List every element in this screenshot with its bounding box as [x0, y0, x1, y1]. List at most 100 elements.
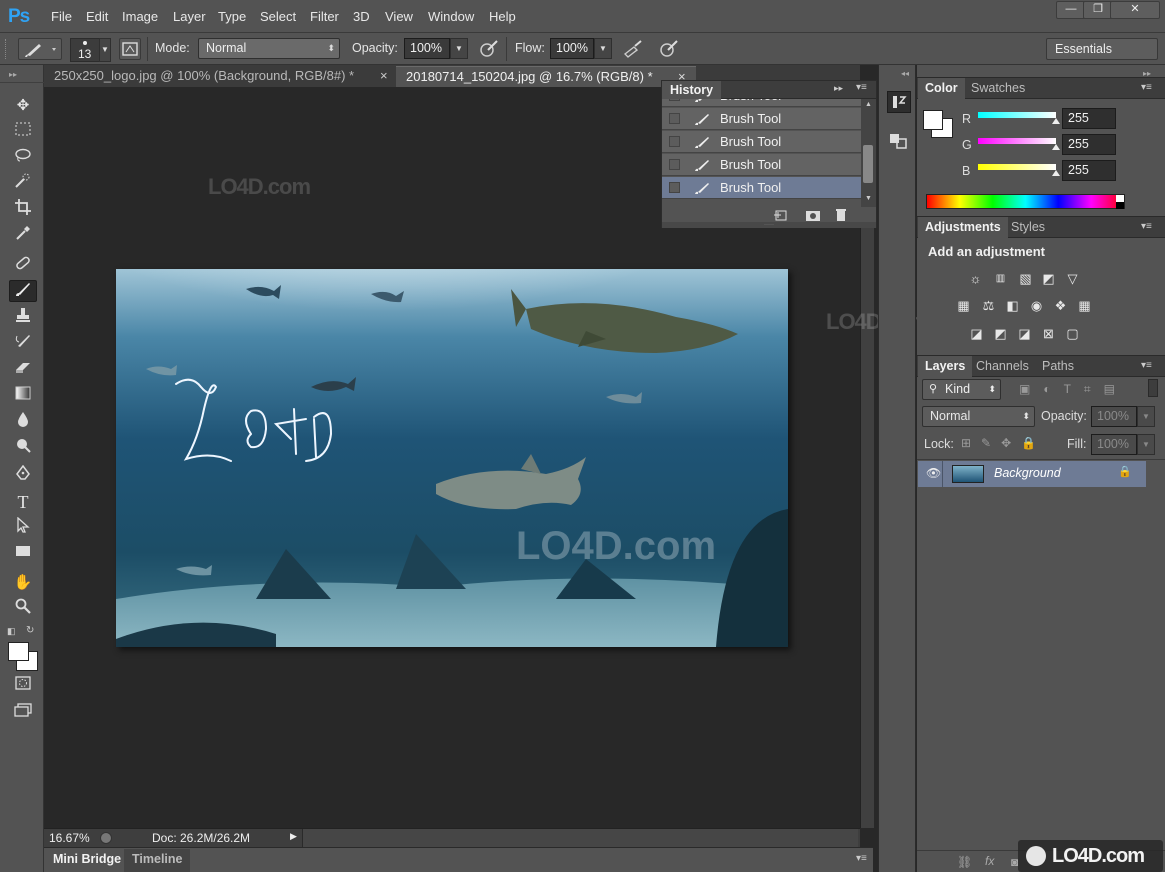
- type-tool[interactable]: T: [9, 491, 37, 513]
- eraser-tool[interactable]: [9, 359, 37, 381]
- new-document-from-state-button[interactable]: [773, 208, 791, 222]
- blend-mode-select[interactable]: Normal ⬍: [198, 38, 340, 59]
- slider-thumb[interactable]: [1052, 118, 1060, 124]
- filter-toggle[interactable]: [1148, 379, 1158, 397]
- posterize-icon[interactable]: ◩: [992, 326, 1009, 341]
- clone-stamp-tool[interactable]: [9, 307, 37, 329]
- menu-select[interactable]: Select: [260, 9, 296, 24]
- blue-slider[interactable]: [978, 164, 1060, 176]
- slider-thumb[interactable]: [1052, 144, 1060, 150]
- close-window-button[interactable]: ✕: [1110, 1, 1160, 19]
- layer-filter-icons[interactable]: ▣◐T⌗▤: [1019, 382, 1128, 397]
- workspace-switcher[interactable]: Essentials: [1046, 38, 1158, 60]
- blue-value-input[interactable]: 255: [1062, 160, 1116, 181]
- levels-icon[interactable]: ▥: [992, 271, 1009, 286]
- opacity-slider-toggle[interactable]: ▼: [450, 38, 468, 59]
- tab-close-icon[interactable]: ×: [380, 66, 388, 86]
- collapse-icon[interactable]: ▸▸: [9, 70, 17, 79]
- brush-tool[interactable]: [9, 280, 37, 302]
- link-layers-icon[interactable]: ⛓: [957, 855, 972, 869]
- tab-channels[interactable]: Channels: [969, 356, 1036, 377]
- snapshot-checkbox[interactable]: [669, 136, 680, 147]
- gradient-tool[interactable]: [9, 385, 37, 407]
- tool-preset-picker[interactable]: [18, 38, 62, 60]
- color-balance-icon[interactable]: ⚖: [980, 298, 997, 313]
- path-selection-tool[interactable]: [9, 516, 37, 539]
- layer-blend-mode-select[interactable]: Normal ⬍: [922, 406, 1035, 427]
- airbrush-button[interactable]: [622, 39, 644, 59]
- restore-button[interactable]: ❐: [1083, 1, 1113, 19]
- menu-view[interactable]: View: [385, 9, 413, 24]
- eyedropper-tool[interactable]: [9, 225, 37, 247]
- rectangle-tool[interactable]: [9, 543, 37, 565]
- flow-slider-toggle[interactable]: ▼: [594, 38, 612, 59]
- default-colors-icon[interactable]: ◧: [7, 626, 16, 637]
- menu-window[interactable]: Window: [428, 9, 474, 24]
- gradient-map-icon[interactable]: ⊠: [1040, 326, 1057, 341]
- collapse-icon[interactable]: ▸▸: [834, 83, 843, 94]
- photo-filter-icon[interactable]: ◉: [1028, 298, 1045, 313]
- threshold-icon[interactable]: ◪: [1016, 326, 1033, 341]
- new-snapshot-button[interactable]: [805, 208, 823, 222]
- tab-adjustments[interactable]: Adjustments: [918, 217, 1008, 238]
- scroll-thumb[interactable]: [863, 145, 873, 183]
- snapshot-checkbox[interactable]: [669, 182, 680, 193]
- history-row[interactable]: Brush Tool: [662, 108, 861, 130]
- quick-selection-tool[interactable]: [9, 173, 37, 195]
- black-white-icon[interactable]: ◧: [1004, 298, 1021, 313]
- swap-colors-icon[interactable]: ↻: [26, 625, 34, 636]
- brightness-icon[interactable]: ☼: [967, 271, 984, 286]
- document-image[interactable]: LO4D.com: [116, 269, 788, 647]
- scroll-down-arrow[interactable]: ▼: [865, 195, 872, 202]
- white-swatch[interactable]: [1116, 195, 1124, 202]
- fill-input[interactable]: 100%: [1091, 434, 1137, 455]
- panel-menu-icon[interactable]: ▾≡: [856, 853, 867, 864]
- pressure-size-button[interactable]: [658, 39, 680, 59]
- move-tool[interactable]: ✥: [9, 95, 37, 117]
- menu-file[interactable]: File: [51, 9, 72, 24]
- opacity-input[interactable]: 100%: [404, 38, 450, 59]
- history-scrollbar[interactable]: ▲ ▼: [861, 99, 876, 207]
- fx-icon[interactable]: fx: [985, 854, 994, 868]
- layer-row-background[interactable]: 👁 Background 🔒: [918, 461, 1146, 487]
- scroll-up-arrow[interactable]: ▲: [865, 101, 872, 108]
- panel-menu-icon[interactable]: ▾≡: [1141, 360, 1152, 371]
- expand-icon[interactable]: ◂◂: [901, 69, 909, 78]
- tab-swatches[interactable]: Swatches: [964, 78, 1032, 99]
- fill-toggle[interactable]: ▼: [1137, 434, 1155, 455]
- flow-input[interactable]: 100%: [550, 38, 594, 59]
- eye-icon[interactable]: 👁: [926, 466, 941, 480]
- green-slider[interactable]: [978, 138, 1060, 150]
- layer-opacity-input[interactable]: 100%: [1091, 406, 1137, 427]
- menu-filter[interactable]: Filter: [310, 9, 339, 24]
- history-row[interactable]: Brush Tool: [662, 131, 861, 153]
- screen-mode-button[interactable]: [9, 702, 37, 724]
- delete-state-button[interactable]: [834, 208, 852, 222]
- snapshot-checkbox[interactable]: [669, 99, 680, 101]
- snapshot-checkbox[interactable]: [669, 113, 680, 124]
- layer-name[interactable]: Background: [994, 466, 1061, 480]
- menu-type[interactable]: Type: [218, 9, 246, 24]
- dodge-tool[interactable]: [9, 437, 37, 459]
- marquee-tool[interactable]: [9, 121, 37, 143]
- menu-image[interactable]: Image: [122, 9, 158, 24]
- zoom-tool[interactable]: [9, 598, 37, 620]
- vibrance-icon[interactable]: ▽: [1064, 271, 1081, 286]
- exposure-icon[interactable]: ◩: [1040, 271, 1057, 286]
- menu-layer[interactable]: Layer: [173, 9, 206, 24]
- hue-saturation-icon[interactable]: ▦: [955, 298, 972, 313]
- tab-layers[interactable]: Layers: [918, 356, 973, 377]
- foreground-color-swatch[interactable]: [8, 642, 29, 661]
- history-row[interactable]: Brush Tool: [662, 177, 861, 199]
- layer-filter-kind-select[interactable]: ⚲ Kind ⬍: [922, 379, 1001, 400]
- quick-mask-button[interactable]: [9, 675, 37, 697]
- lasso-tool[interactable]: [9, 147, 37, 169]
- history-row[interactable]: Brush Tool: [662, 154, 861, 176]
- status-menu-arrow[interactable]: ▶: [290, 831, 300, 845]
- minimize-button[interactable]: —: [1056, 1, 1086, 19]
- invert-icon[interactable]: ◪: [968, 326, 985, 341]
- pressure-opacity-button[interactable]: [478, 39, 500, 59]
- red-slider[interactable]: [978, 112, 1060, 124]
- tab-color[interactable]: Color: [918, 78, 965, 99]
- channel-mixer-icon[interactable]: ❖: [1052, 298, 1069, 313]
